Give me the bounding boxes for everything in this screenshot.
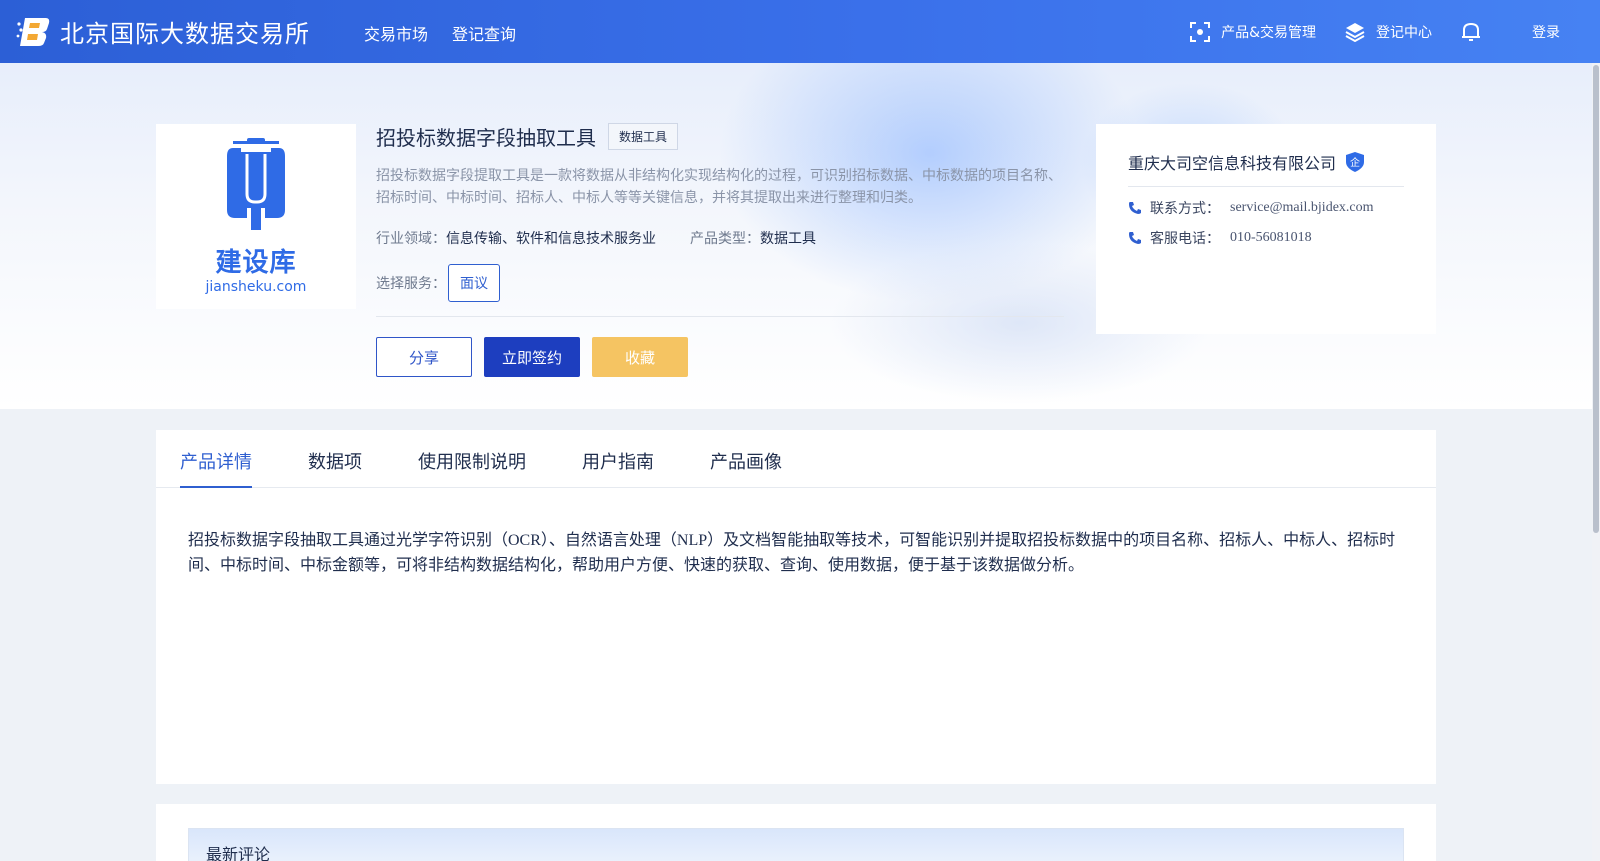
tab-product-details[interactable]: 产品详情: [180, 448, 252, 474]
service-option-negotiable[interactable]: 面议: [448, 264, 500, 302]
user-menu: 产品&交易管理 登记中心 登录: [1189, 0, 1600, 63]
enterprise-verified-icon: 企: [1346, 152, 1365, 172]
comments-header: 最新评论: [188, 828, 1404, 861]
site-brand[interactable]: 北京国际大数据交易所: [16, 14, 310, 49]
active-tab-indicator: [180, 486, 252, 488]
service-selector: 选择服务： 面议: [376, 264, 500, 302]
product-title-row: 招投标数据字段抽取工具 数据工具: [376, 122, 679, 151]
product-meta: 行业领域：信息传输、软件和信息技术服务业 产品类型：数据工具: [376, 228, 816, 248]
tab-data-items[interactable]: 数据项: [308, 448, 362, 474]
main-nav: 交易市场 登记查询: [364, 21, 516, 45]
menu-label: 登记中心: [1376, 24, 1432, 41]
logo-text-cn: 建设库: [215, 248, 297, 278]
product-logo-card: 建设库 jiansheku.com: [156, 124, 356, 309]
logo-text-en: jiansheku.com: [205, 279, 307, 295]
jiansheku-logo-icon: [221, 138, 291, 238]
phone-icon: [1128, 231, 1142, 245]
company-name-row: 重庆大司空信息科技有限公司 企: [1128, 150, 1365, 174]
contact-email-row: 联系方式： service@mail.bjidex.com: [1128, 198, 1374, 218]
contact-email[interactable]: service@mail.bjidex.com: [1230, 200, 1374, 216]
product-detail-text: 招投标数据字段抽取工具通过光学字符识别（OCR）、自然语言处理（NLP）及文档智…: [188, 532, 1396, 574]
contact-phone-row: 客服电话： 010-56081018: [1128, 228, 1312, 248]
top-navbar: 北京国际大数据交易所 交易市场 登记查询 产品&交易管理 登记中心 登录: [0, 0, 1600, 63]
scrollbar-thumb[interactable]: [1593, 65, 1599, 533]
detail-tabs: 产品详情 数据项 使用限制说明 用户指南 产品画像: [156, 430, 1436, 488]
industry-value: 信息传输、软件和信息技术服务业: [446, 231, 656, 247]
service-label: 选择服务：: [376, 276, 446, 292]
industry-label: 行业领域：: [376, 231, 446, 247]
company-name[interactable]: 重庆大司空信息科技有限公司: [1128, 150, 1336, 174]
favorite-button[interactable]: 收藏: [592, 337, 688, 377]
divider: [1128, 186, 1404, 187]
divider: [376, 316, 1064, 317]
phone-label: 客服电话：: [1150, 231, 1220, 247]
bell-icon: [1460, 21, 1482, 43]
notifications-button[interactable]: [1460, 21, 1492, 43]
comments-section: 最新评论: [156, 804, 1436, 861]
site-name: 北京国际大数据交易所: [60, 20, 310, 48]
product-description: 招投标数据字段提取工具是一款将数据从非结构化实现结构化的过程，可识别招标数据、中…: [376, 169, 1062, 206]
industry-field: 行业领域：信息传输、软件和信息技术服务业: [376, 228, 656, 248]
product-type-label: 产品类型：: [690, 231, 760, 247]
provider-card: 重庆大司空信息科技有限公司 企 联系方式： service@mail.bjide…: [1096, 124, 1436, 334]
product-type-value: 数据工具: [760, 231, 816, 247]
product-actions: 分享 立即签约 收藏: [376, 337, 688, 377]
sign-now-button[interactable]: 立即签约: [484, 337, 580, 377]
product-type-field: 产品类型：数据工具: [690, 228, 816, 248]
comments-title: 最新评论: [206, 845, 271, 861]
tab-product-profile[interactable]: 产品画像: [710, 448, 782, 474]
product-title: 招投标数据字段抽取工具: [376, 126, 596, 150]
menu-registry-center[interactable]: 登记中心: [1344, 21, 1432, 43]
product-type-tag: 数据工具: [608, 123, 679, 150]
login-link[interactable]: 登录: [1532, 22, 1560, 42]
phone-icon: [1128, 201, 1142, 215]
phone-number: 010-56081018: [1230, 230, 1312, 245]
share-button[interactable]: 分享: [376, 337, 472, 377]
menu-label: 产品&交易管理: [1221, 24, 1316, 41]
scan-icon: [1189, 21, 1211, 43]
layers-icon: [1344, 21, 1366, 43]
tab-user-guide[interactable]: 用户指南: [582, 448, 654, 474]
product-detail-panel: 产品详情 数据项 使用限制说明 用户指南 产品画像 招投标数据字段抽取工具通过光…: [156, 430, 1436, 784]
bjidex-logo-icon: [16, 16, 50, 48]
svg-text:企: 企: [1350, 156, 1360, 169]
page-scrollbar[interactable]: [1592, 63, 1600, 861]
tab-usage-restrictions[interactable]: 使用限制说明: [418, 448, 526, 474]
menu-product-trade-management[interactable]: 产品&交易管理: [1189, 21, 1316, 43]
nav-item-market[interactable]: 交易市场: [364, 21, 428, 45]
contact-label: 联系方式：: [1150, 201, 1220, 217]
nav-item-registry-query[interactable]: 登记查询: [452, 21, 516, 45]
